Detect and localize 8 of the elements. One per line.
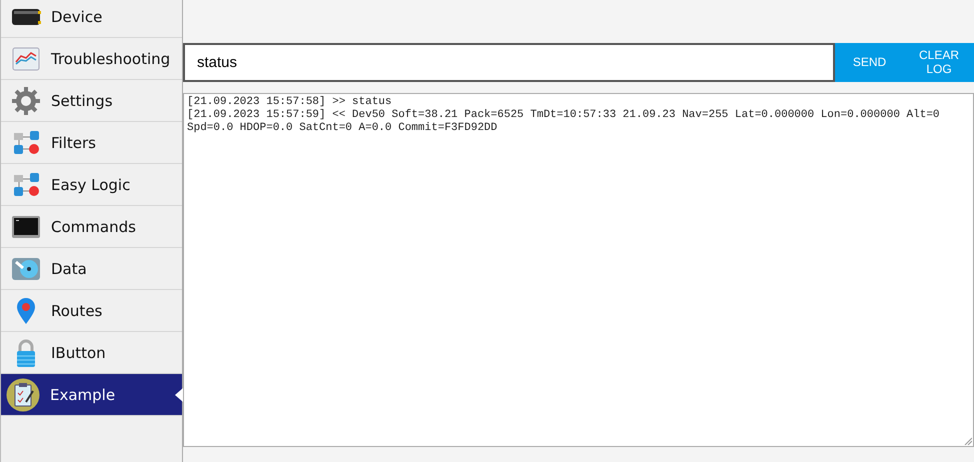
gear-icon — [11, 86, 41, 116]
resize-grip-icon[interactable] — [964, 437, 972, 445]
sidebar-item[interactable]: Example — [1, 374, 182, 416]
clipboard-icon — [6, 378, 40, 412]
log-line: [21.09.2023 15:57:58] >> status — [187, 96, 393, 109]
command-field[interactable]: status — [183, 43, 835, 82]
log-area[interactable]: [21.09.2023 15:57:58] >> status [21.09.2023 15:57:59] << Dev50 Soft=38.21 Pack=6525 TmDt=10:57:33 21.09.23 Nav=255 Lat=0.000000 Lon=0.000000 Alt=0 Spd=0.0 HDOP=0.0 SatCnt=0 A=0.0 Commit=F3FD92DD — [183, 93, 974, 447]
log-line: [21.09.2023 15:57:59] << Dev50 Soft=38.21 Pack=6525 TmDt=10:57:33 21.09.23 Nav=255 Lat=0.000000 Lon=0.000000 Alt=0 Spd=0.0 HDOP=0.0 SatCnt=0 A=0.0 Commit=F3FD92DD — [187, 109, 941, 135]
